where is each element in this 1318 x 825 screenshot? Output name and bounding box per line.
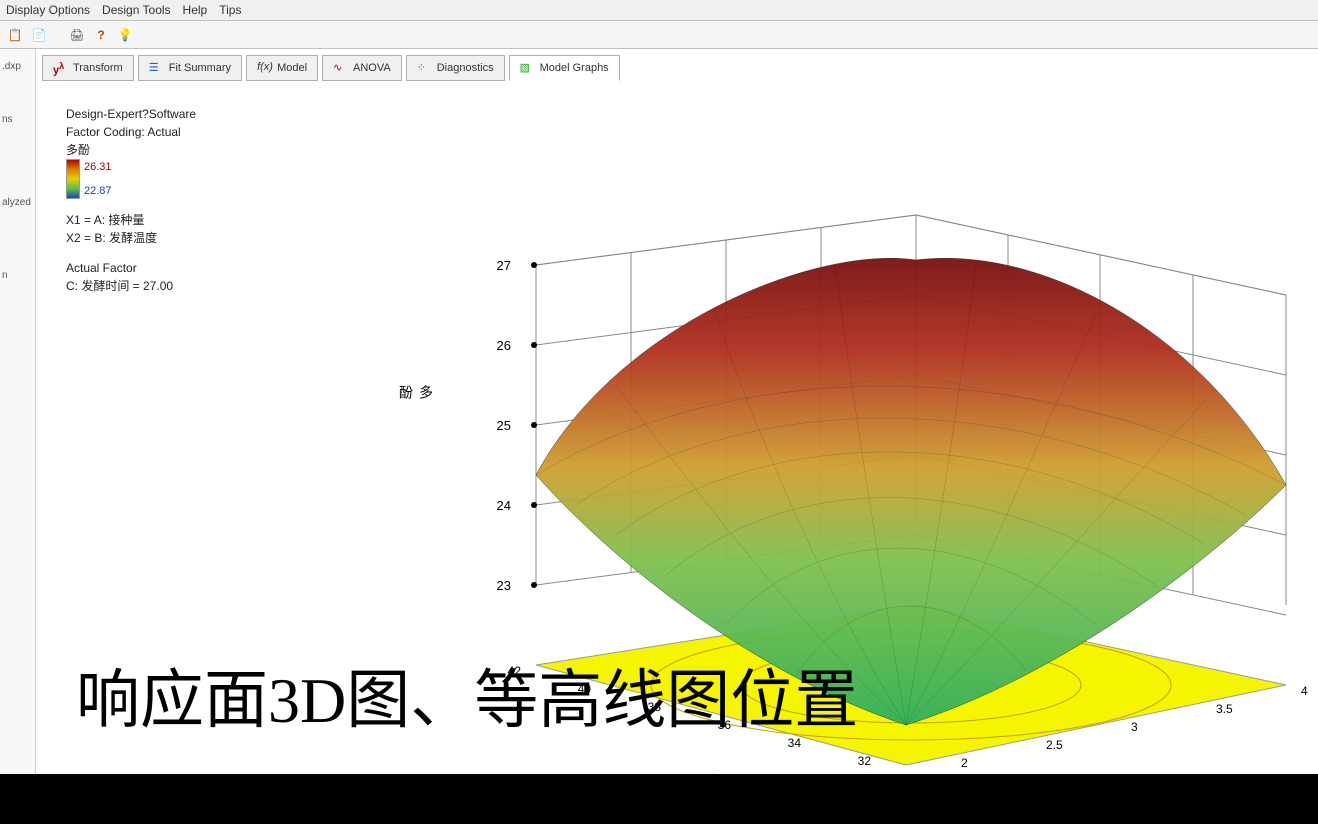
menu-bar: Display Options Design Tools Help Tips [0, 0, 1318, 21]
svg-text:3: 3 [1131, 720, 1138, 734]
z-axis-ticks: 27 26 25 24 23 [497, 258, 537, 593]
tab-label: ANOVA [353, 62, 391, 74]
surface-icon: ▧ [520, 61, 534, 75]
tab-label: Model Graphs [540, 62, 609, 74]
left-item: alyzed [0, 191, 35, 214]
tab-transform[interactable]: yλ Transform [42, 55, 134, 81]
tab-label: Model [277, 62, 307, 74]
svg-text:26: 26 [497, 338, 511, 353]
tab-strip: yλ Transform ☰ Fit Summary f(x) Model ∿ … [36, 49, 1318, 81]
svg-text:3.5: 3.5 [1216, 702, 1233, 716]
svg-text:25: 25 [497, 418, 511, 433]
print-icon[interactable]: 🖨 [68, 26, 86, 44]
left-item: ns [0, 108, 35, 131]
paste-icon[interactable]: 📄 [30, 26, 48, 44]
y-lambda-icon: yλ [53, 61, 67, 75]
chart-area: Design-Expert?Software Factor Coding: Ac… [36, 85, 1318, 295]
svg-text:23: 23 [497, 578, 511, 593]
left-item: n [0, 264, 35, 287]
tab-label: Diagnostics [437, 62, 494, 74]
bottom-black-bar [0, 774, 1318, 824]
menu-display-options[interactable]: Display Options [6, 3, 90, 17]
svg-text:2.5: 2.5 [1046, 738, 1063, 752]
tab-model-graphs[interactable]: ▧ Model Graphs [509, 55, 620, 81]
response-label: 多酚 [66, 141, 1288, 159]
menu-tips[interactable]: Tips [219, 3, 241, 17]
lightbulb-icon[interactable]: 💡 [116, 26, 134, 44]
software-label: Design-Expert?Software [66, 105, 1288, 123]
svg-text:2: 2 [961, 756, 968, 770]
scatter-icon: ⁘ [417, 61, 431, 75]
clipboard-icon[interactable]: 📋 [6, 26, 24, 44]
svg-text:24: 24 [497, 498, 511, 513]
menu-help[interactable]: Help [183, 3, 208, 17]
tab-model[interactable]: f(x) Model [246, 55, 318, 81]
tab-anova[interactable]: ∿ ANOVA [322, 55, 402, 81]
curve-icon: ∿ [333, 61, 347, 75]
file-label: .dxp [0, 55, 35, 78]
tab-fit-summary[interactable]: ☰ Fit Summary [138, 55, 242, 81]
tab-label: Transform [73, 62, 123, 74]
svg-text:32: 32 [858, 754, 872, 768]
svg-text:27: 27 [497, 258, 511, 273]
overlay-caption: 响应面3D图、等高线图位置 [76, 649, 858, 741]
tab-diagnostics[interactable]: ⁘ Diagnostics [406, 55, 505, 81]
fx-icon: f(x) [257, 61, 271, 75]
help-icon[interactable]: ? [92, 26, 110, 44]
svg-text:4: 4 [1301, 684, 1308, 698]
bars-icon: ☰ [149, 61, 163, 75]
coding-label: Factor Coding: Actual [66, 123, 1288, 141]
toolbar: 📋 📄 🖨 ? 💡 [0, 21, 1318, 49]
left-panel: .dxp ns alyzed n [0, 49, 36, 821]
scale-max: 26.31 [84, 159, 112, 176]
color-scale-icon [66, 159, 80, 199]
scale-min: 22.87 [84, 183, 112, 200]
tab-label: Fit Summary [169, 62, 231, 74]
menu-design-tools[interactable]: Design Tools [102, 3, 170, 17]
main-area: yλ Transform ☰ Fit Summary f(x) Model ∿ … [36, 49, 1318, 821]
